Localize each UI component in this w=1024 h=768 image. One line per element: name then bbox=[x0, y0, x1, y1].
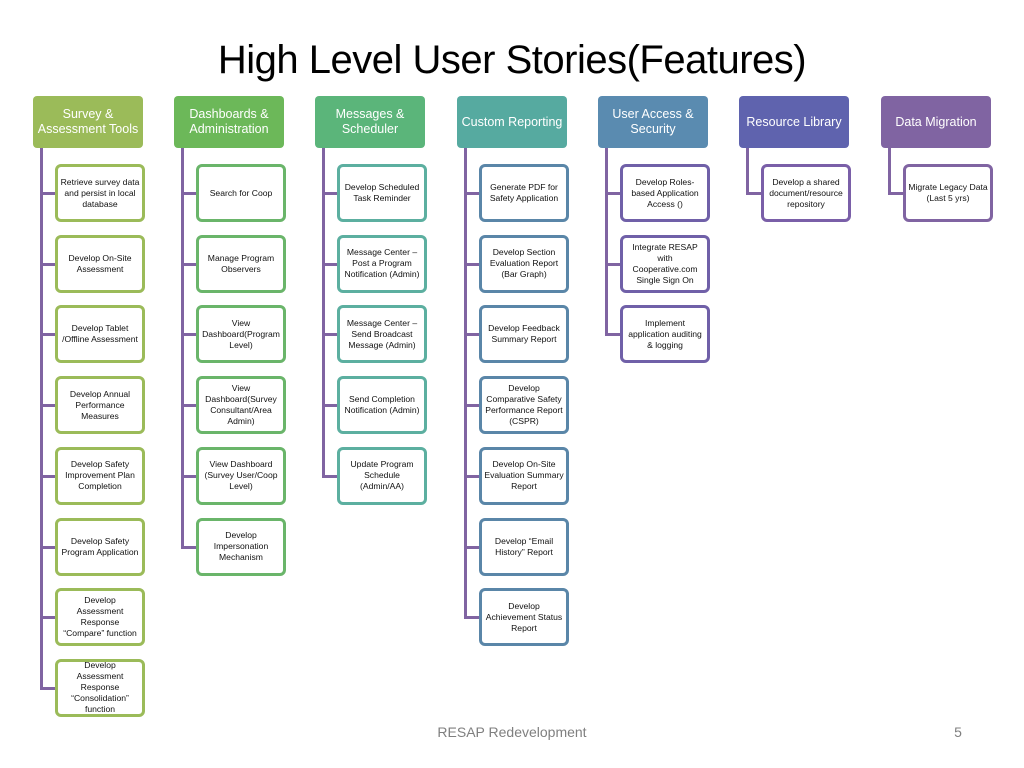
user-story-card: View Dashboard(Survey Consultant/Area Ad… bbox=[196, 376, 286, 435]
user-story-card: Message Center – Send Broadcast Message … bbox=[337, 305, 427, 364]
category-header: Messages & Scheduler bbox=[315, 96, 425, 148]
footer-text: RESAP Redevelopment bbox=[437, 724, 587, 740]
page-number: 5 bbox=[954, 724, 962, 740]
user-story-card: Develop On-Site Assessment bbox=[55, 234, 145, 293]
user-story-card: Develop Roles-based Application Access (… bbox=[620, 164, 710, 222]
category-header: Dashboards & Administration bbox=[174, 96, 284, 148]
connector-line bbox=[40, 148, 43, 690]
user-story-card: Manage Program Observers bbox=[196, 234, 286, 293]
connector-line bbox=[181, 148, 184, 549]
user-story-card: Send Completion Notification (Admin) bbox=[337, 376, 427, 435]
user-story-card: Integrate RESAP with Cooperative.com Sin… bbox=[620, 234, 710, 293]
user-story-card: View Dashboard(Program Level) bbox=[196, 305, 286, 364]
slide-title: High Level User Stories(Features) bbox=[217, 38, 807, 82]
connector-line bbox=[464, 148, 467, 620]
user-story-card: Develop Safety Program Application bbox=[55, 517, 145, 576]
user-story-card: Message Center – Post a Program Notifica… bbox=[337, 234, 427, 293]
user-story-card: Develop On-Site Evaluation Summary Repor… bbox=[479, 446, 569, 505]
user-story-card: View Dashboard (Survey User/Coop Level) bbox=[196, 446, 286, 505]
user-story-card: Develop Tablet /Offline Assessment bbox=[55, 305, 145, 364]
user-story-card: Develop Annual Performance Measures bbox=[55, 376, 145, 435]
category-header: Resource Library bbox=[739, 96, 849, 148]
user-story-card: Implement application auditing & logging bbox=[620, 305, 710, 364]
user-story-card: Update Program Schedule (Admin/AA) bbox=[337, 446, 427, 505]
connector-line bbox=[746, 148, 749, 195]
user-story-card: Migrate Legacy Data (Last 5 yrs) bbox=[903, 164, 993, 222]
category-header: Survey & Assessment Tools bbox=[33, 96, 143, 148]
user-story-card: Develop “Email History” Report bbox=[479, 517, 569, 576]
user-story-card: Develop Achievement Status Report bbox=[479, 588, 569, 647]
user-story-card: Develop a shared document/resource repos… bbox=[761, 164, 851, 222]
user-story-card: Develop Impersonation Mechanism bbox=[196, 517, 286, 576]
category-header: Data Migration bbox=[881, 96, 991, 148]
connector-line bbox=[605, 148, 608, 337]
user-story-card: Search for Coop bbox=[196, 164, 286, 222]
user-story-card: Retrieve survey data and persist in loca… bbox=[55, 164, 145, 222]
user-story-card: Develop Assessment Response “Consolidati… bbox=[55, 658, 145, 717]
connector-line bbox=[888, 148, 891, 195]
user-story-card: Generate PDF for Safety Application bbox=[479, 164, 569, 222]
user-story-card: Develop Scheduled Task Reminder bbox=[337, 164, 427, 222]
user-story-card: Develop Comparative Safety Performance R… bbox=[479, 376, 569, 435]
category-header: Custom Reporting bbox=[457, 96, 567, 148]
category-header: User Access & Security bbox=[598, 96, 708, 148]
connector-line bbox=[322, 148, 325, 478]
user-story-card: Develop Assessment Response “Compare” fu… bbox=[55, 588, 145, 647]
user-story-card: Develop Feedback Summary Report bbox=[479, 305, 569, 364]
user-story-card: Develop Safety Improvement Plan Completi… bbox=[55, 446, 145, 505]
user-story-card: Develop Section Evaluation Report (Bar G… bbox=[479, 234, 569, 293]
